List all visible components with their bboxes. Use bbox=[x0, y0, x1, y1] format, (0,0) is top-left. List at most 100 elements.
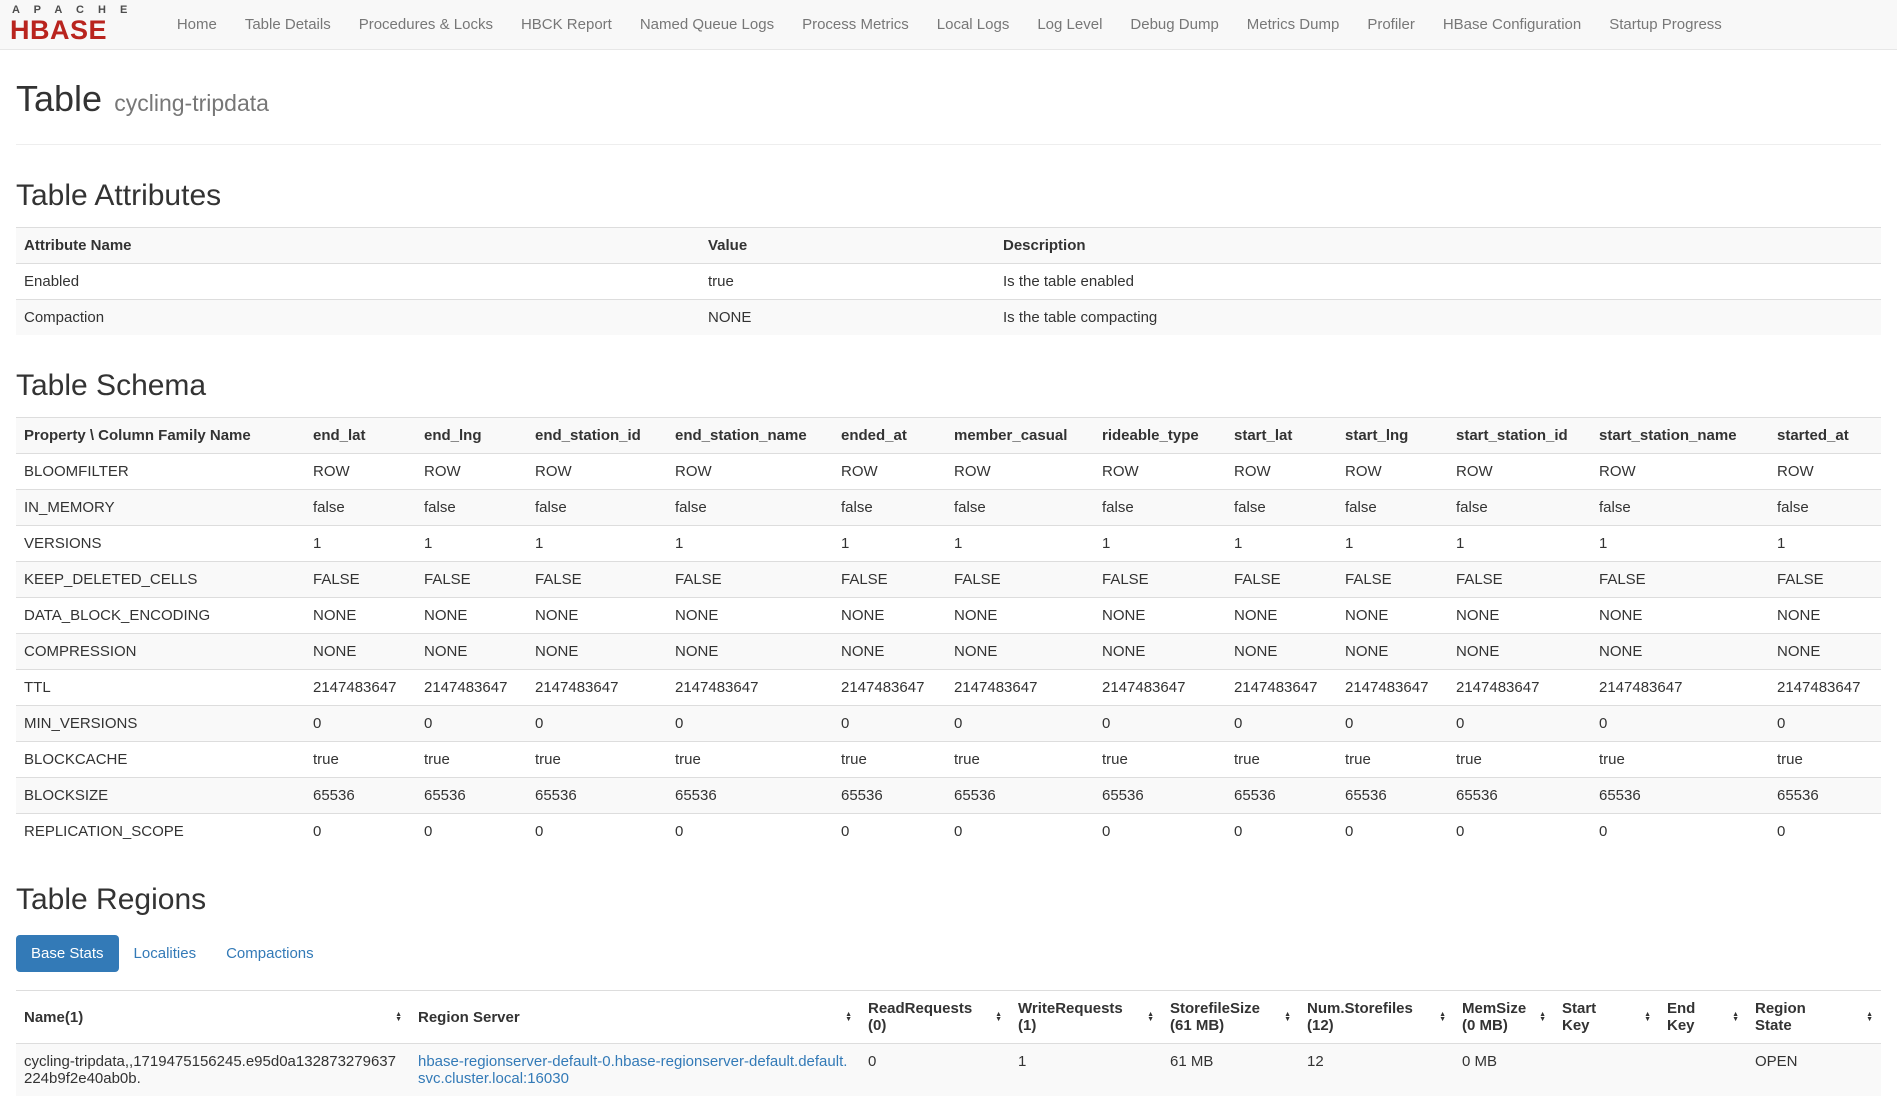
nav-item-debug-dump[interactable]: Debug Dump bbox=[1116, 16, 1232, 33]
schema-property-value: 2147483647 bbox=[1094, 670, 1226, 706]
schema-family-header: start_station_id bbox=[1448, 418, 1591, 454]
schema-property-name: DATA_BLOCK_ENCODING bbox=[16, 598, 305, 634]
regions-column-header[interactable]: Start Key▲▼ bbox=[1554, 991, 1659, 1044]
regions-column-header[interactable]: StorefileSize (61 MB)▲▼ bbox=[1162, 991, 1299, 1044]
sort-desc-arrow: ▼ bbox=[1284, 1017, 1291, 1022]
schema-family-header: end_station_id bbox=[527, 418, 667, 454]
schema-property-value: false bbox=[416, 490, 527, 526]
nav-item-hbck-report[interactable]: HBCK Report bbox=[507, 16, 626, 33]
schema-property-value: true bbox=[833, 742, 946, 778]
sort-icon[interactable]: ▲▼ bbox=[395, 1012, 402, 1022]
hbase-logo[interactable]: A P A C H E HBASE bbox=[10, 5, 133, 44]
tab-compactions[interactable]: Compactions bbox=[211, 935, 329, 972]
schema-property-value: 0 bbox=[1226, 814, 1337, 850]
region-region-state-cell: OPEN bbox=[1747, 1044, 1881, 1096]
regions-column-header[interactable]: ReadRequests (0)▲▼ bbox=[860, 991, 1010, 1044]
regions-column-header[interactable]: Num.Storefiles (12)▲▼ bbox=[1299, 991, 1454, 1044]
sort-icon[interactable]: ▲▼ bbox=[1284, 1012, 1291, 1022]
attribute-row: CompactionNONEIs the table compacting bbox=[16, 300, 1881, 336]
schema-property-value: NONE bbox=[1448, 598, 1591, 634]
schema-property-value: 1 bbox=[1448, 526, 1591, 562]
schema-property-value: false bbox=[1337, 490, 1448, 526]
sort-icon[interactable]: ▲▼ bbox=[995, 1012, 1002, 1022]
schema-property-value: ROW bbox=[1226, 454, 1337, 490]
schema-property-value: NONE bbox=[416, 634, 527, 670]
sort-icon[interactable]: ▲▼ bbox=[1539, 1012, 1546, 1022]
schema-property-value: 0 bbox=[946, 706, 1094, 742]
regions-column-header[interactable]: WriteRequests (1)▲▼ bbox=[1010, 991, 1162, 1044]
schema-property-value: false bbox=[1094, 490, 1226, 526]
sort-icon[interactable]: ▲▼ bbox=[1866, 1012, 1873, 1022]
nav-item-startup-progress[interactable]: Startup Progress bbox=[1595, 16, 1736, 33]
schema-property-value: NONE bbox=[1094, 634, 1226, 670]
nav-item-hbase-configuration[interactable]: HBase Configuration bbox=[1429, 16, 1595, 33]
schema-property-name: IN_MEMORY bbox=[16, 490, 305, 526]
schema-property-value: ROW bbox=[946, 454, 1094, 490]
nav-item-local-logs[interactable]: Local Logs bbox=[923, 16, 1024, 33]
schema-property-name: COMPRESSION bbox=[16, 634, 305, 670]
regions-column-label: End Key bbox=[1667, 1000, 1695, 1034]
region-server-link[interactable]: hbase-regionserver-default-0.hbase-regio… bbox=[418, 1053, 847, 1087]
schema-property-value: false bbox=[1226, 490, 1337, 526]
regions-column-header[interactable]: Region Server▲▼ bbox=[410, 991, 860, 1044]
nav-item-named-queue-logs[interactable]: Named Queue Logs bbox=[626, 16, 788, 33]
schema-property-value: FALSE bbox=[1226, 562, 1337, 598]
regions-column-header[interactable]: MemSize (0 MB)▲▼ bbox=[1454, 991, 1554, 1044]
sort-icon[interactable]: ▲▼ bbox=[1644, 1012, 1651, 1022]
tab-localities[interactable]: Localities bbox=[119, 935, 212, 972]
schema-property-value: NONE bbox=[1337, 634, 1448, 670]
sort-icon[interactable]: ▲▼ bbox=[845, 1012, 852, 1022]
attributes-column-header: Attribute Name bbox=[16, 228, 700, 264]
schema-property-value: ROW bbox=[1769, 454, 1881, 490]
schema-property-value: 0 bbox=[305, 706, 416, 742]
schema-property-value: NONE bbox=[1769, 634, 1881, 670]
schema-property-row: COMPRESSIONNONENONENONENONENONENONENONEN… bbox=[16, 634, 1881, 670]
schema-property-value: FALSE bbox=[833, 562, 946, 598]
schema-property-value: FALSE bbox=[416, 562, 527, 598]
schema-property-value: 0 bbox=[527, 706, 667, 742]
schema-property-value: false bbox=[305, 490, 416, 526]
attribute-cell: NONE bbox=[700, 300, 995, 336]
schema-property-value: true bbox=[1094, 742, 1226, 778]
nav-item-table-details[interactable]: Table Details bbox=[231, 16, 345, 33]
nav-item-procedures-locks[interactable]: Procedures & Locks bbox=[345, 16, 507, 33]
regions-column-header[interactable]: Name(1)▲▼ bbox=[16, 991, 410, 1044]
sort-icon[interactable]: ▲▼ bbox=[1439, 1012, 1446, 1022]
schema-property-row: BLOCKSIZE6553665536655366553665536655366… bbox=[16, 778, 1881, 814]
sort-desc-arrow: ▼ bbox=[995, 1017, 1002, 1022]
schema-property-value: 2147483647 bbox=[1337, 670, 1448, 706]
sort-desc-arrow: ▼ bbox=[1439, 1017, 1446, 1022]
schema-property-value: NONE bbox=[1226, 634, 1337, 670]
schema-property-value: FALSE bbox=[1094, 562, 1226, 598]
region-start-key-cell bbox=[1554, 1044, 1659, 1096]
schema-property-value: 2147483647 bbox=[416, 670, 527, 706]
schema-property-value: true bbox=[946, 742, 1094, 778]
schema-property-name: REPLICATION_SCOPE bbox=[16, 814, 305, 850]
schema-property-value: 0 bbox=[667, 706, 833, 742]
region-name-cell: cycling-tripdata,,1719475156245.e95d0a13… bbox=[16, 1044, 410, 1096]
schema-property-value: FALSE bbox=[667, 562, 833, 598]
nav-item-home[interactable]: Home bbox=[163, 16, 231, 33]
nav-item-log-level[interactable]: Log Level bbox=[1023, 16, 1116, 33]
schema-property-value: 65536 bbox=[1448, 778, 1591, 814]
nav-item-process-metrics[interactable]: Process Metrics bbox=[788, 16, 923, 33]
sort-desc-arrow: ▼ bbox=[1539, 1017, 1546, 1022]
nav-item-metrics-dump[interactable]: Metrics Dump bbox=[1233, 16, 1354, 33]
sort-icon[interactable]: ▲▼ bbox=[1732, 1012, 1739, 1022]
regions-column-header[interactable]: End Key ▲▼ bbox=[1659, 991, 1747, 1044]
schema-corner-header: Property \ Column Family Name bbox=[16, 418, 305, 454]
schema-heading: Table Schema bbox=[16, 369, 1881, 403]
schema-property-value: false bbox=[833, 490, 946, 526]
schema-property-value: true bbox=[667, 742, 833, 778]
tab-base-stats[interactable]: Base Stats bbox=[16, 935, 119, 972]
sort-icon[interactable]: ▲▼ bbox=[1147, 1012, 1154, 1022]
schema-property-value: 65536 bbox=[1094, 778, 1226, 814]
schema-property-row: TTL2147483647214748364721474836472147483… bbox=[16, 670, 1881, 706]
schema-property-name: BLOCKCACHE bbox=[16, 742, 305, 778]
schema-property-name: BLOCKSIZE bbox=[16, 778, 305, 814]
regions-column-header[interactable]: Region State▲▼ bbox=[1747, 991, 1881, 1044]
schema-property-value: 65536 bbox=[1769, 778, 1881, 814]
nav-item-profiler[interactable]: Profiler bbox=[1353, 16, 1429, 33]
schema-property-row: REPLICATION_SCOPE000000000000 bbox=[16, 814, 1881, 850]
schema-family-header: rideable_type bbox=[1094, 418, 1226, 454]
